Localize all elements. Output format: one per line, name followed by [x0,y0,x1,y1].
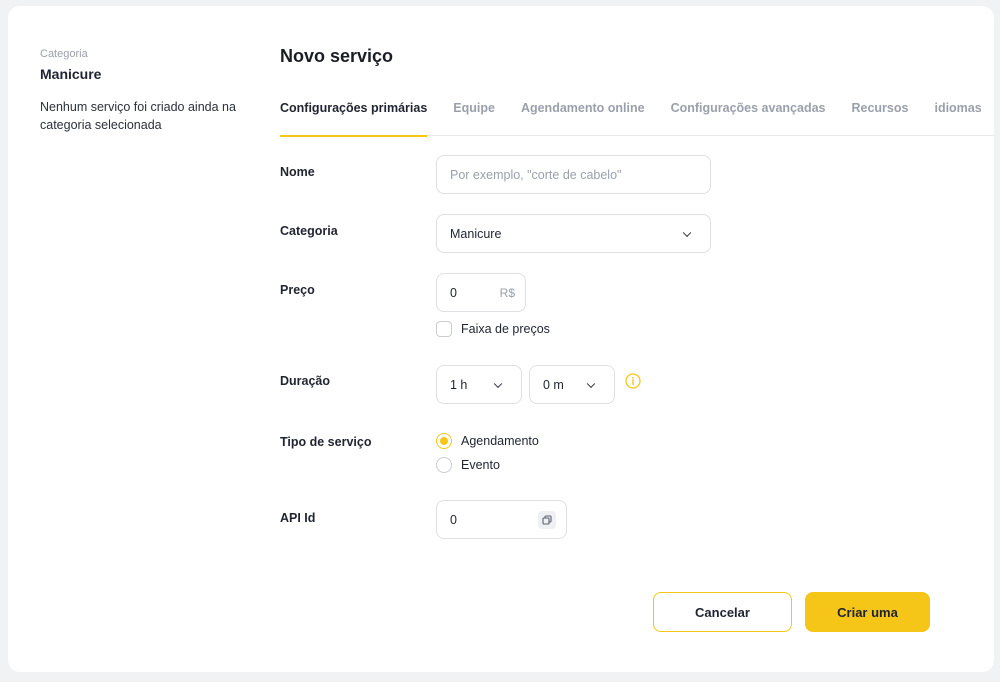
tab-advanced-settings[interactable]: Configurações avançadas [671,98,826,136]
checkbox-box[interactable] [436,321,452,337]
tab-bar: Configurações primárias Equipe Agendamen… [280,98,994,137]
tab-resources[interactable]: Recursos [851,98,908,136]
category-select[interactable]: Manicure [436,214,711,253]
name-label: Nome [280,165,315,179]
copy-icon[interactable] [538,510,556,529]
category-label: Categoria [280,224,338,238]
tab-team[interactable]: Equipe [453,98,495,136]
tab-primary-settings[interactable]: Configurações primárias [280,98,428,137]
price-value: 0 [450,285,457,300]
category-caption: Categoria [40,48,88,60]
api-id-label: API Id [280,511,316,525]
duration-label: Duração [280,374,331,388]
price-range-checkbox[interactable]: Faixa de preços [436,321,550,337]
service-type-appointment-label: Agendamento [461,434,539,448]
price-label: Preço [280,283,315,297]
empty-services-message: Nenhum serviço foi criado ainda na categ… [40,100,236,132]
duration-minutes-value: 0 m [543,377,564,392]
create-button[interactable]: Criar uma [805,592,930,632]
page-title: Novo serviço [280,46,394,66]
tab-online-booking[interactable]: Agendamento online [521,98,645,136]
chevron-down-icon [682,228,692,237]
service-type-option-appointment[interactable]: Agendamento [436,433,539,449]
service-form-card: Categoria Manicure Nenhum serviço foi cr… [8,6,994,672]
tab-languages[interactable]: idiomas [934,98,981,136]
duration-hours-select[interactable]: 1 h [436,365,522,404]
api-id-field[interactable]: 0 [436,500,567,539]
name-placeholder: Por exemplo, "corte de cabelo" [450,167,622,182]
chevron-down-icon [493,379,503,388]
radio-button[interactable] [436,457,452,473]
service-type-label: Tipo de serviço [280,435,372,449]
currency-suffix: R$ [499,285,515,300]
info-icon[interactable] [625,373,641,389]
category-select-value: Manicure [450,226,502,241]
service-type-option-event[interactable]: Evento [436,457,500,473]
price-input[interactable]: 0 R$ [436,273,526,312]
chevron-down-icon [586,379,596,388]
cancel-button[interactable]: Cancelar [653,592,792,632]
api-id-value: 0 [450,512,457,527]
selected-category-name: Manicure [40,66,102,82]
name-field[interactable]: Por exemplo, "corte de cabelo" [436,155,711,194]
duration-hours-value: 1 h [450,377,468,392]
duration-minutes-select[interactable]: 0 m [529,365,615,404]
radio-button[interactable] [436,433,452,449]
price-range-label: Faixa de preços [461,322,550,336]
service-type-event-label: Evento [461,458,500,472]
